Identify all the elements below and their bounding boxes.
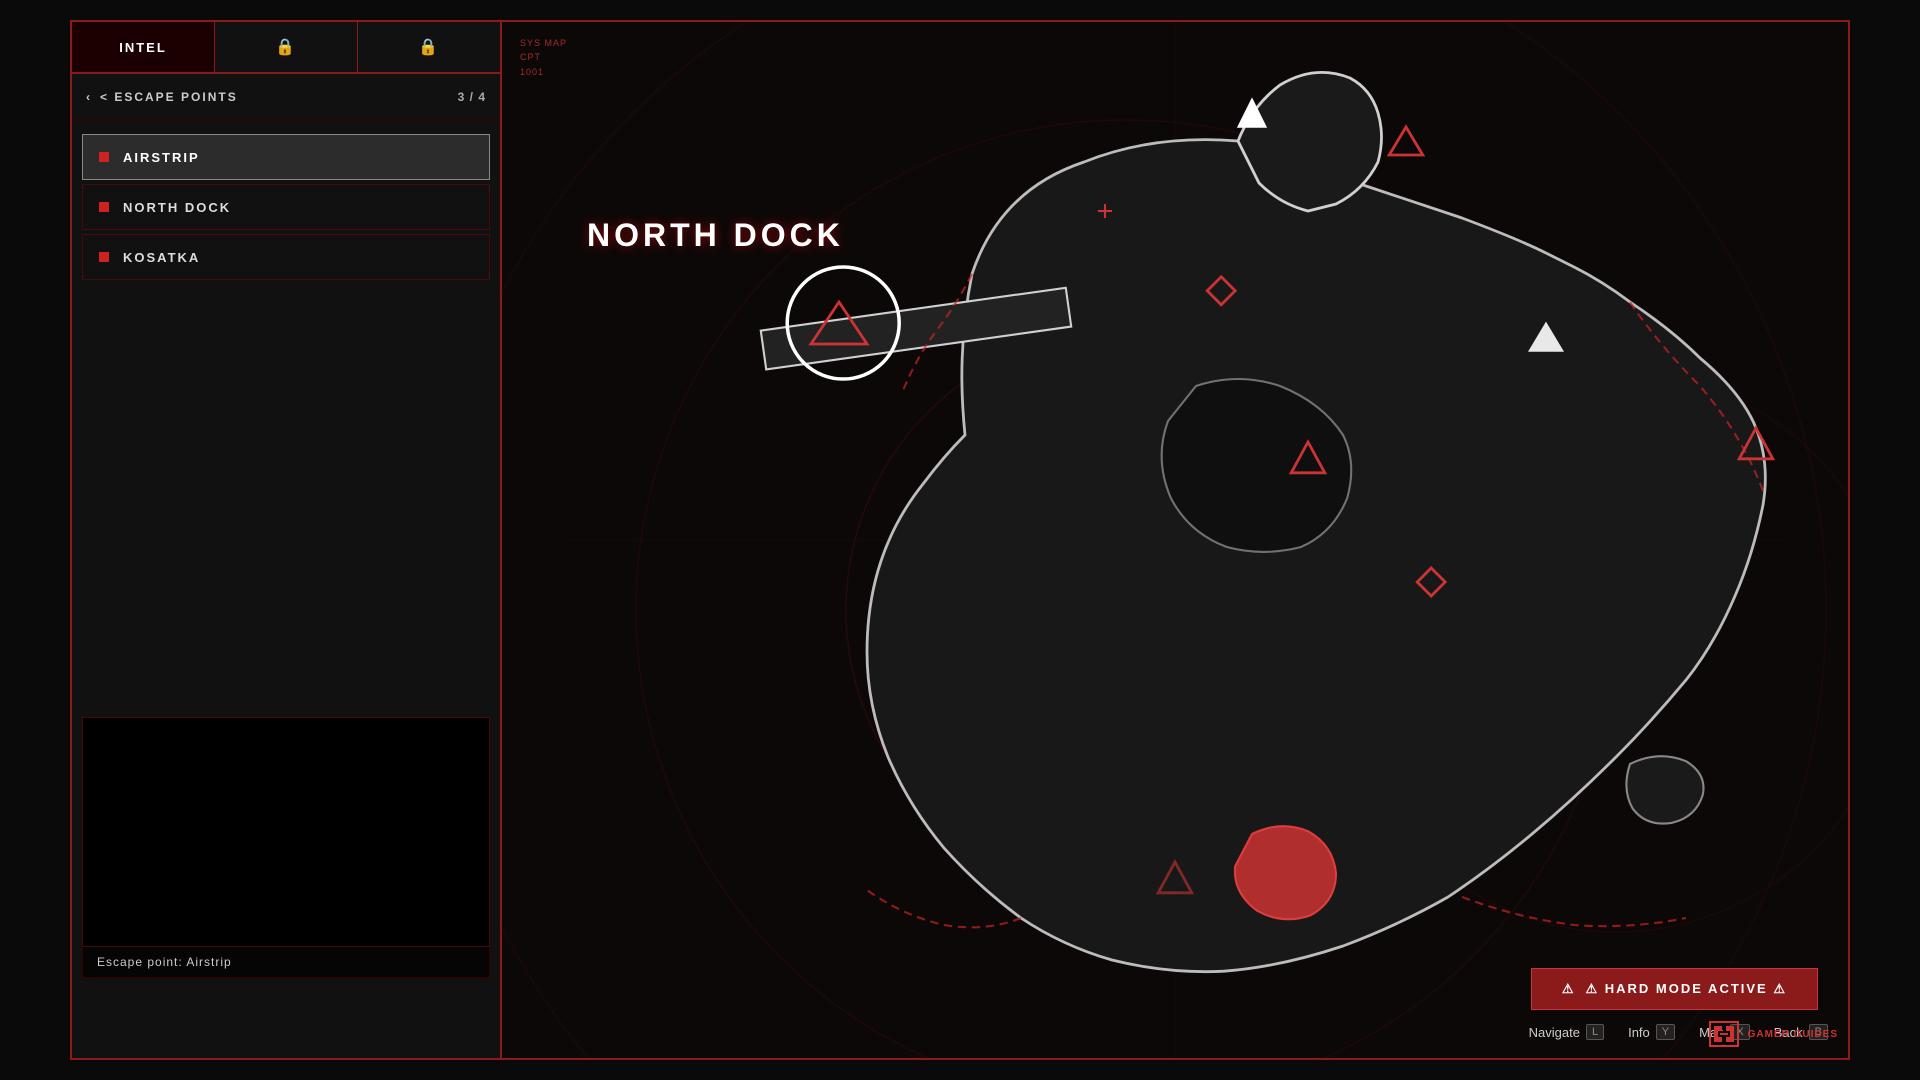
back-nav-label: < ESCAPE POINTS xyxy=(100,90,238,104)
preview-caption-text: Escape point: Airstrip xyxy=(97,955,232,969)
hud-text-line2: CPT xyxy=(520,50,567,64)
tabs-row: INTEL 🔒 🔒 xyxy=(72,22,500,74)
preview-image xyxy=(82,717,490,947)
warning-icon-left: ⚠ xyxy=(1562,981,1576,997)
brand-name: GAMER GUIDES xyxy=(1748,1029,1838,1040)
item-label-north-dock: NORTH DOCK xyxy=(123,200,231,215)
list-item-airstrip[interactable]: AIRSTRIP xyxy=(82,134,490,180)
control-info: Info Y xyxy=(1628,1024,1675,1040)
item-label-airstrip: AIRSTRIP xyxy=(123,150,200,165)
escape-points-list: AIRSTRIP NORTH DOCK KOSATKA xyxy=(72,120,500,294)
info-label: Info xyxy=(1628,1025,1650,1040)
game-ui-frame: INTEL 🔒 🔒 ‹ < ESCAPE POINTS 3 / 4 AIRSTR… xyxy=(70,20,1850,1060)
page-count: 3 / 4 xyxy=(458,90,486,104)
back-nav[interactable]: ‹ < ESCAPE POINTS 3 / 4 xyxy=(72,74,500,120)
hud-text-line1: SYS MAP xyxy=(520,36,567,50)
navigate-key: L xyxy=(1586,1024,1604,1040)
right-panel: SYS MAP CPT 1001 xyxy=(502,22,1848,1058)
tab-intel[interactable]: INTEL xyxy=(72,22,215,72)
gamer-guides-logo: GAMER GUIDES xyxy=(1708,1020,1838,1048)
gamer-guides-icon xyxy=(1708,1020,1740,1048)
tab-locked-1[interactable]: 🔒 xyxy=(215,22,358,72)
hud-text-line3: 1001 xyxy=(520,65,567,79)
lock-icon-1: 🔒 xyxy=(275,37,297,57)
item-dot-kosatka xyxy=(99,252,109,262)
tab-intel-label: INTEL xyxy=(119,40,167,55)
preview-image-inner xyxy=(83,718,489,946)
list-item-kosatka[interactable]: KOSATKA xyxy=(82,234,490,280)
tactical-map xyxy=(502,22,1848,1058)
list-item-north-dock[interactable]: NORTH DOCK xyxy=(82,184,490,230)
preview-area: Escape point: Airstrip xyxy=(82,717,490,978)
hud-topleft: SYS MAP CPT 1001 xyxy=(520,36,567,79)
navigate-label: Navigate xyxy=(1529,1025,1580,1040)
item-dot-north-dock xyxy=(99,202,109,212)
info-key: Y xyxy=(1656,1024,1675,1040)
back-nav-left[interactable]: ‹ < ESCAPE POINTS xyxy=(86,90,238,104)
tab-locked-2[interactable]: 🔒 xyxy=(358,22,500,72)
hard-mode-text: ⚠ HARD MODE ACTIVE ⚠ xyxy=(1586,981,1788,997)
back-arrow-icon: ‹ xyxy=(86,90,92,104)
lock-icon-2: 🔒 xyxy=(418,37,440,57)
item-dot-airstrip xyxy=(99,152,109,162)
control-navigate: Navigate L xyxy=(1529,1024,1604,1040)
hard-mode-banner: ⚠ ⚠ HARD MODE ACTIVE ⚠ xyxy=(1531,968,1818,1010)
item-label-kosatka: KOSATKA xyxy=(123,250,200,265)
preview-caption: Escape point: Airstrip xyxy=(82,947,490,978)
left-panel: INTEL 🔒 🔒 ‹ < ESCAPE POINTS 3 / 4 AIRSTR… xyxy=(72,22,502,1058)
